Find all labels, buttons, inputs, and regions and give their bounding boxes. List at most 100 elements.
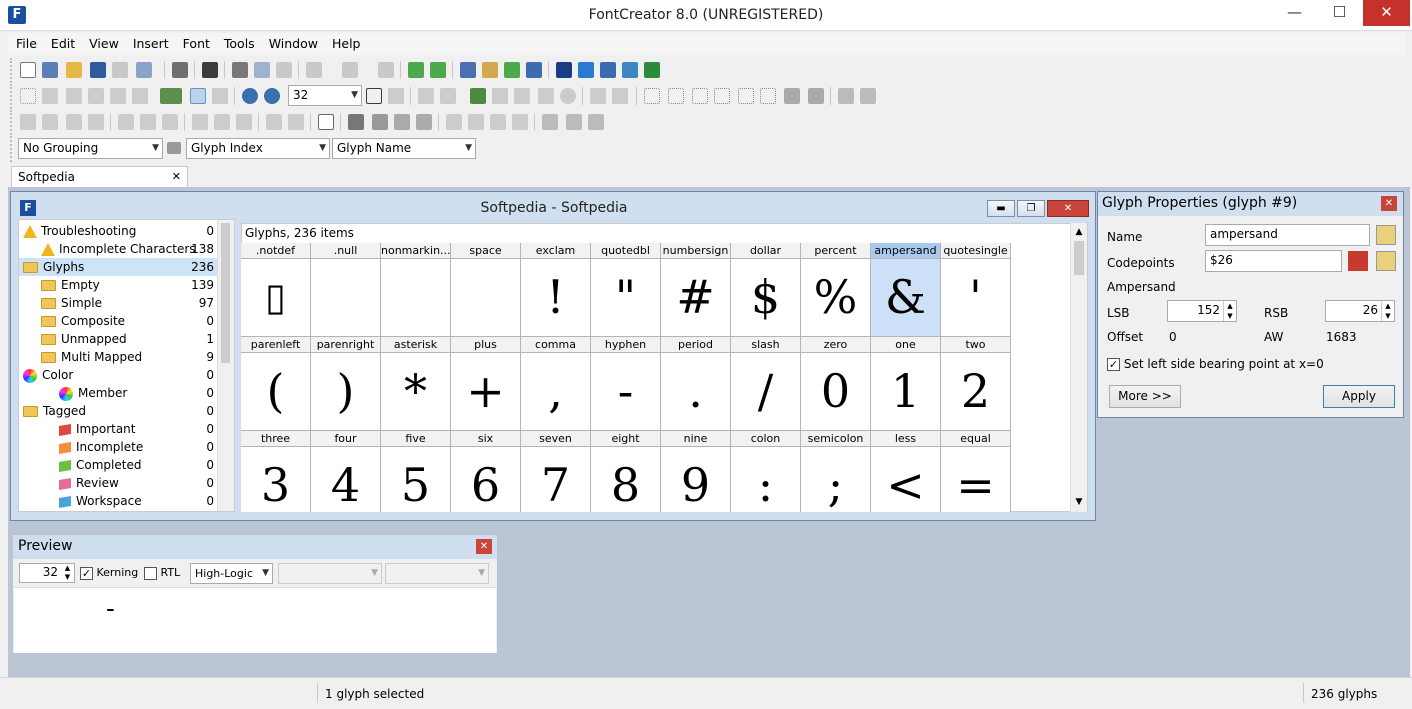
name-field[interactable]: ampersand [1205, 224, 1370, 246]
decompose-icon[interactable] [860, 88, 876, 104]
cut-icon[interactable] [232, 62, 248, 78]
glyph-cell[interactable]: equal = [941, 431, 1011, 512]
apply-button[interactable]: Apply [1323, 385, 1395, 408]
glyph-cell[interactable]: five 5 [381, 431, 451, 512]
outline-view-icon[interactable] [190, 88, 206, 104]
glyph-cell[interactable]: numbersign # [661, 243, 731, 337]
new-icon[interactable] [20, 62, 36, 78]
zoom-selection-icon[interactable] [388, 88, 404, 104]
codepoints-field[interactable]: $26 [1205, 250, 1342, 272]
fit-icon[interactable] [366, 88, 382, 104]
clean-icon[interactable] [348, 114, 364, 130]
round-icon[interactable] [394, 114, 410, 130]
guide-icon[interactable] [644, 88, 660, 104]
type-info-icon[interactable] [644, 62, 660, 78]
lsb-zero-checkbox[interactable]: ✓ Set left side bearing point at x=0 [1107, 357, 1324, 371]
install-icon[interactable] [622, 62, 638, 78]
tree-item[interactable]: Member [59, 384, 127, 402]
glyph-cell[interactable]: ampersand & [871, 243, 941, 337]
grouping-select[interactable]: No Grouping ▼ [18, 138, 163, 159]
glyph-cell[interactable]: percent% [801, 243, 871, 337]
measure-icon[interactable] [514, 88, 530, 104]
backward-icon[interactable] [66, 114, 82, 130]
align-right-icon[interactable] [162, 114, 178, 130]
tree-item[interactable]: Incomplete Characters [41, 240, 196, 258]
flip-v-icon[interactable] [468, 114, 484, 130]
tree-item[interactable]: Glyphs [23, 258, 84, 276]
redo-icon[interactable] [342, 62, 358, 78]
glyph-cell[interactable]: nonmarkin... [381, 243, 451, 337]
find-icon[interactable] [202, 62, 218, 78]
glyph-cell[interactable]: parenleft ( [241, 337, 311, 431]
open-project-icon[interactable] [42, 62, 58, 78]
align-bottom-icon[interactable] [236, 114, 252, 130]
font-window-close-button[interactable]: ✕ [1047, 200, 1089, 217]
transform-icon[interactable] [318, 114, 334, 130]
add-glyph-icon[interactable] [408, 62, 424, 78]
menu-insert[interactable]: Insert [127, 33, 175, 55]
vectorize-icon[interactable] [492, 88, 508, 104]
properties-icon[interactable] [556, 62, 572, 78]
eraser-icon[interactable] [132, 88, 148, 104]
kerning-icon[interactable] [460, 62, 476, 78]
zoom-out-icon[interactable] [264, 88, 280, 104]
tree-item[interactable]: Incomplete [59, 438, 143, 456]
close-button[interactable]: ✕ [1363, 0, 1410, 26]
grid-view-icon[interactable] [212, 88, 228, 104]
glyph-cell[interactable]: exclam! [521, 243, 591, 337]
menu-font[interactable]: Font [177, 33, 216, 55]
glyph-cell[interactable]: nine 9 [661, 431, 731, 512]
copy-icon[interactable] [254, 62, 270, 78]
brush-icon[interactable] [110, 88, 126, 104]
tree-item[interactable]: Important [59, 420, 136, 438]
glyph-cell[interactable]: three 3 [241, 431, 311, 512]
test-font-icon[interactable] [600, 62, 616, 78]
tab-softpedia[interactable]: Softpedia ✕ [11, 166, 188, 187]
hand-icon[interactable] [66, 88, 82, 104]
glyph-cell[interactable]: semicolon; [801, 431, 871, 512]
glyph-cell[interactable]: seven 7 [521, 431, 591, 512]
menu-view[interactable]: View [83, 33, 125, 55]
kerning-checked-icon[interactable]: ✓ [80, 566, 93, 580]
codepoints-edit-icon[interactable] [1376, 251, 1396, 271]
properties-close-icon[interactable]: ✕ [1381, 196, 1397, 211]
rtl-unchecked-icon[interactable] [144, 566, 157, 580]
kerning-checkbox[interactable]: ✓ Kerning [80, 566, 138, 580]
glyph-cell[interactable]: less < [871, 431, 941, 512]
lsb-spinner[interactable]: ▲ ▼ [1223, 301, 1236, 321]
grid-scrollbar[interactable]: ▲ ▼ [1070, 223, 1087, 512]
rsb-spinner[interactable]: ▲ ▼ [1381, 301, 1394, 321]
menu-help[interactable]: Help [326, 33, 367, 55]
tree-item[interactable]: Completed [59, 456, 141, 474]
tree-item[interactable]: Color [23, 366, 73, 384]
components-icon[interactable] [838, 88, 854, 104]
ellipse-icon[interactable] [560, 88, 576, 104]
language-select[interactable]: ▼ [385, 563, 489, 584]
checkbox-checked-icon[interactable]: ✓ [1107, 358, 1120, 371]
anchor-icon[interactable] [784, 88, 800, 104]
subtract-icon[interactable] [566, 114, 582, 130]
validate-icon[interactable] [504, 62, 520, 78]
menu-window[interactable]: Window [263, 33, 324, 55]
union-icon[interactable] [542, 114, 558, 130]
background-image-icon[interactable] [160, 88, 182, 104]
filter-icon[interactable] [167, 142, 181, 154]
paste-icon[interactable] [276, 62, 292, 78]
preview-canvas[interactable]: - [14, 587, 496, 653]
rtl-checkbox[interactable]: RTL [144, 566, 180, 580]
align-middle-icon[interactable] [214, 114, 230, 130]
tree-item[interactable]: Multi Mapped [41, 348, 142, 366]
script-select[interactable]: ▼ [278, 563, 382, 584]
save-all-icon[interactable] [112, 62, 128, 78]
merge-icon[interactable] [808, 88, 824, 104]
flip-h-icon[interactable] [446, 114, 462, 130]
tree-item[interactable]: Troubleshooting [23, 222, 136, 240]
snap-points-icon[interactable] [760, 88, 776, 104]
align-center-icon[interactable] [140, 114, 156, 130]
menu-file[interactable]: File [10, 33, 43, 55]
glyph-cell[interactable]: colon: [731, 431, 801, 512]
glyph-cell[interactable]: period. [661, 337, 731, 431]
picture-icon[interactable] [470, 88, 486, 104]
tree-item[interactable]: Composite [41, 312, 125, 330]
guideline-icon[interactable] [668, 88, 684, 104]
